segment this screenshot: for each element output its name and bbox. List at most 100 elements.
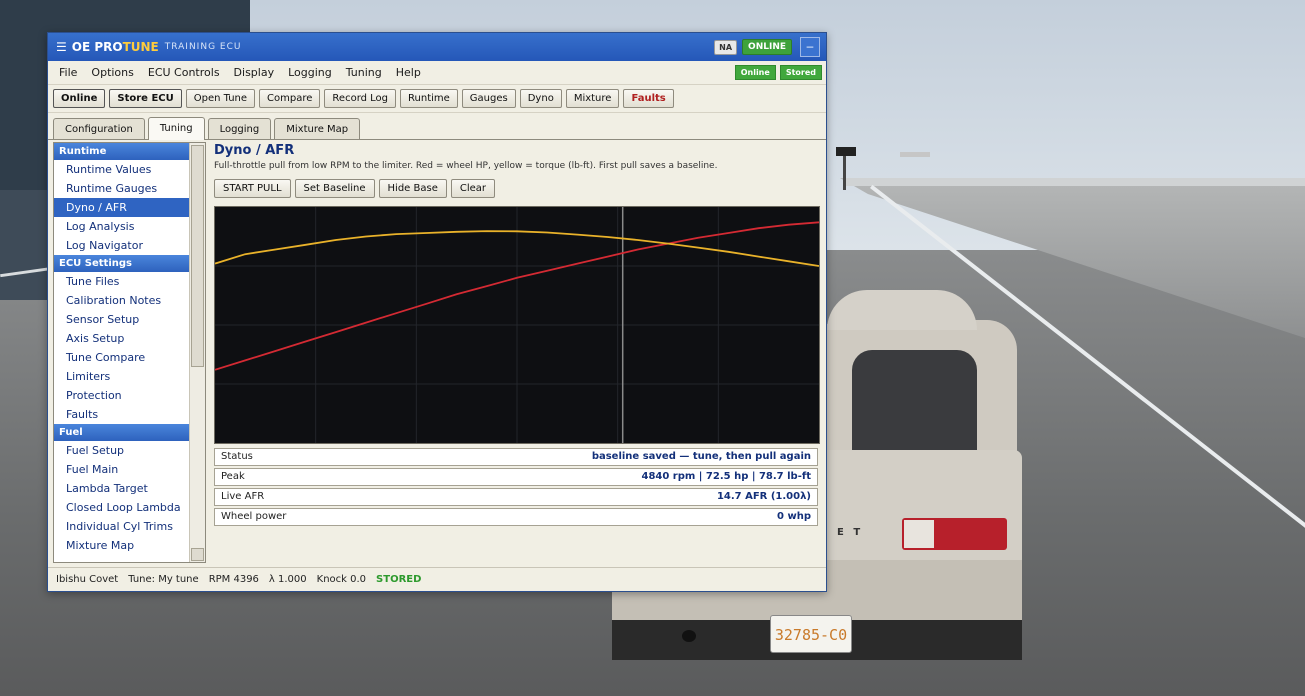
status-knock: Knock 0.0: [316, 574, 367, 585]
sidebar-scroll-thumb[interactable]: [191, 145, 204, 367]
license-plate: 32785-C0: [770, 615, 852, 653]
sidebar: Runtime Runtime Values Runtime Gauges Dy…: [53, 142, 206, 563]
car-rear-window: [852, 350, 977, 460]
stat-row-status: Status baseline saved — tune, then pull …: [214, 448, 818, 466]
status-bar: Ibishu Covet Tune: My tune RPM 4396 λ 1.…: [48, 567, 826, 591]
gauges-button[interactable]: Gauges: [461, 89, 516, 108]
car-roof: [827, 290, 977, 330]
sidebar-item-lambda-target[interactable]: Lambda Target: [54, 479, 190, 498]
menu-options[interactable]: Options: [84, 66, 140, 79]
sidebar-item-tune-files[interactable]: Tune Files: [54, 272, 190, 291]
status-tune: Tune: My tune: [128, 574, 199, 585]
record-log-button[interactable]: Record Log: [324, 89, 397, 108]
stat-label: Status: [221, 451, 253, 462]
menu-help[interactable]: Help: [389, 66, 428, 79]
stat-value: 4840 rpm | 72.5 hp | 78.7 lb-ft: [641, 471, 811, 482]
menu-ecu-controls[interactable]: ECU Controls: [141, 66, 227, 79]
car-exhaust: [682, 630, 696, 642]
stat-row-peak: Peak 4840 rpm | 72.5 hp | 78.7 lb-ft: [214, 468, 818, 486]
menu-hamburger-icon[interactable]: ☰: [56, 40, 67, 54]
stat-label: Wheel power: [221, 511, 287, 522]
runtime-button[interactable]: Runtime: [400, 89, 458, 108]
road-sign: [836, 147, 856, 156]
store-ecu-button[interactable]: Store ECU: [109, 89, 182, 108]
sidebar-item-closed-loop-lambda[interactable]: Closed Loop Lambda: [54, 498, 190, 517]
tab-logging[interactable]: Logging: [207, 118, 272, 139]
status-vehicle: Ibishu Covet: [56, 574, 119, 585]
sidebar-section-runtime: Runtime: [54, 143, 190, 160]
app-title-accent: TUNE: [122, 40, 159, 54]
menu-bar: File Options ECU Controls Display Loggin…: [48, 61, 826, 85]
stat-value: 0 whp: [777, 511, 811, 522]
sidebar-item-runtime-values[interactable]: Runtime Values: [54, 160, 190, 179]
sidebar-item-fuel-main[interactable]: Fuel Main: [54, 460, 190, 479]
sidebar-item-sensor-setup[interactable]: Sensor Setup: [54, 310, 190, 329]
online-badge: ONLINE: [742, 39, 792, 55]
sidebar-item-tune-compare[interactable]: Tune Compare: [54, 348, 190, 367]
scroll-down-button[interactable]: [191, 548, 204, 561]
stat-label: Live AFR: [221, 491, 265, 502]
tab-tuning[interactable]: Tuning: [147, 117, 205, 140]
sidebar-item-limiters[interactable]: Limiters: [54, 367, 190, 386]
dyno-button[interactable]: Dyno: [519, 89, 562, 108]
na-badge: NA: [714, 39, 738, 55]
toolbar: Online Store ECU Open Tune Compare Recor…: [48, 85, 826, 113]
ecu-window: ☰ OE PROTUNE TRAINING ECU NA ONLINE – Fi…: [47, 32, 827, 592]
app-subtitle: TRAINING ECU: [164, 42, 242, 52]
sidebar-item-faults[interactable]: Faults: [54, 405, 190, 424]
sidebar-item-axis-setup[interactable]: Axis Setup: [54, 329, 190, 348]
sidebar-section-fuel: Fuel: [54, 424, 190, 441]
sign-pole: [843, 150, 846, 190]
sidebar-item-dyno-afr[interactable]: Dyno / AFR: [54, 198, 190, 217]
set-baseline-button[interactable]: Set Baseline: [294, 179, 375, 198]
status-rpm: RPM 4396: [208, 574, 259, 585]
title-bar[interactable]: ☰ OE PROTUNE TRAINING ECU NA ONLINE –: [48, 33, 826, 61]
start-pull-button[interactable]: START PULL: [214, 179, 291, 198]
dyno-actions: START PULL Set Baseline Hide Base Clear: [214, 179, 822, 198]
online-button[interactable]: Online: [53, 89, 106, 108]
sidebar-item-log-navigator[interactable]: Log Navigator: [54, 236, 190, 255]
stat-row-wheel-power: Wheel power 0 whp: [214, 508, 818, 526]
tab-strip: Configuration Tuning Logging Mixture Map: [48, 113, 826, 140]
stat-value: 14.7 AFR (1.00λ): [716, 491, 811, 502]
clear-button[interactable]: Clear: [450, 179, 496, 198]
tab-configuration[interactable]: Configuration: [53, 118, 145, 139]
sidebar-item-runtime-gauges[interactable]: Runtime Gauges: [54, 179, 190, 198]
status-lambda: λ 1.000: [268, 574, 307, 585]
barrier-top: [845, 178, 1305, 186]
main-panel: Dyno / AFR Full-throttle pull from low R…: [214, 142, 822, 563]
sidebar-item-calibration-notes[interactable]: Calibration Notes: [54, 291, 190, 310]
mixture-button[interactable]: Mixture: [565, 89, 620, 108]
menu-display[interactable]: Display: [227, 66, 282, 79]
app-title: OE PROTUNE: [71, 40, 159, 54]
menu-logging[interactable]: Logging: [281, 66, 339, 79]
stat-value: baseline saved — tune, then pull again: [591, 451, 811, 462]
sidebar-item-mixture-map[interactable]: Mixture Map: [54, 536, 190, 555]
sidebar-list: Runtime Runtime Values Runtime Gauges Dy…: [54, 143, 190, 555]
menu-file[interactable]: File: [52, 66, 84, 79]
stat-label: Peak: [221, 471, 245, 482]
car-taillight-lens: [904, 520, 934, 548]
panel-title: Dyno / AFR: [214, 143, 295, 158]
stored-status-pill: Stored: [779, 65, 822, 80]
dyno-chart: [214, 206, 820, 444]
stat-row-live-afr: Live AFR 14.7 AFR (1.00λ): [214, 488, 818, 506]
sidebar-scrollbar[interactable]: [189, 143, 205, 562]
status-stored: STORED: [376, 574, 422, 585]
dyno-chart-svg: [215, 207, 819, 443]
sidebar-section-ecu-settings: ECU Settings: [54, 255, 190, 272]
sidebar-item-individual-cyl-trims[interactable]: Individual Cyl Trims: [54, 517, 190, 536]
tab-mixture-map[interactable]: Mixture Map: [274, 118, 361, 139]
minimize-button[interactable]: –: [800, 37, 820, 57]
open-tune-button[interactable]: Open Tune: [185, 89, 256, 108]
sidebar-item-protection[interactable]: Protection: [54, 386, 190, 405]
compare-button[interactable]: Compare: [259, 89, 321, 108]
distant-sign: [900, 152, 930, 157]
menu-tuning[interactable]: Tuning: [339, 66, 389, 79]
hide-base-button[interactable]: Hide Base: [378, 179, 447, 198]
sidebar-item-fuel-setup[interactable]: Fuel Setup: [54, 441, 190, 460]
online-status-pill: Online: [734, 65, 776, 80]
car-badge: E T: [837, 527, 864, 538]
faults-button[interactable]: Faults: [623, 89, 674, 108]
sidebar-item-log-analysis[interactable]: Log Analysis: [54, 217, 190, 236]
